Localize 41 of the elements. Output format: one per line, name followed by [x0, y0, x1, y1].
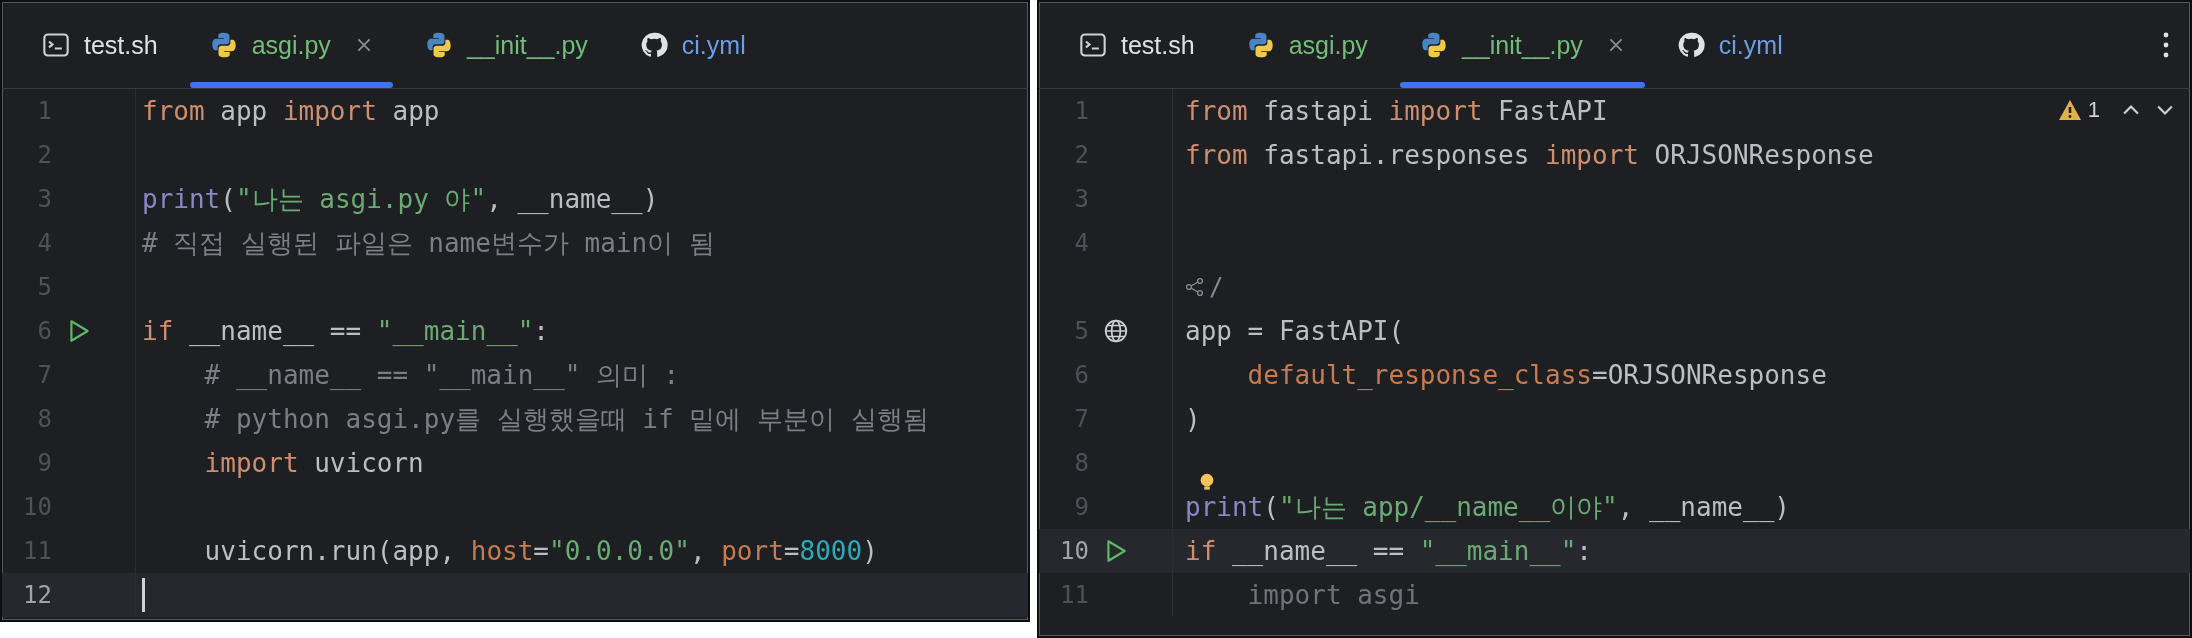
- lightbulb-icon[interactable]: [1199, 473, 1215, 492]
- line-number: 10: [1059, 537, 1089, 565]
- line-number: 12: [22, 581, 52, 609]
- editor-tab[interactable]: __init__.py: [1393, 2, 1651, 88]
- code-line: print("나는 app/__name__이야", __name__): [1185, 492, 1790, 522]
- editor-tab[interactable]: ci.yml: [1650, 2, 1809, 88]
- globe-icon[interactable]: [1103, 318, 1129, 344]
- share-icon[interactable]: [1185, 277, 1205, 297]
- code-line: if __name__ == "__main__":: [142, 316, 549, 346]
- code-line: # python asgi.py를 실행했을때 if 밑에 부분이 실행됨: [203, 404, 929, 434]
- python-icon: [424, 31, 453, 59]
- inlay-hint[interactable]: /: [1209, 273, 1224, 301]
- code-line: import uvicorn: [203, 448, 424, 478]
- warning-count: 1: [2087, 97, 2100, 123]
- code-line: default_response_class=ORJSONResponse: [1246, 360, 1827, 390]
- code-line: ): [1185, 404, 1201, 434]
- editor-tab[interactable]: asgi.py: [183, 2, 399, 88]
- warning-icon[interactable]: [2057, 99, 2082, 121]
- more-menu-icon[interactable]: [2162, 30, 2170, 60]
- editor-tab[interactable]: asgi.py: [1220, 2, 1394, 88]
- code-line: import asgi: [1246, 580, 1420, 610]
- github-icon: [1676, 31, 1705, 59]
- terminal-icon: [42, 31, 70, 59]
- editor-tab[interactable]: test.sh: [16, 2, 184, 88]
- code-line: print("나는 asgi.py 야", __name__): [142, 184, 659, 214]
- github-icon: [639, 31, 668, 59]
- python-icon: [209, 31, 238, 59]
- editor-tab[interactable]: test.sh: [1053, 2, 1221, 88]
- editor-tab[interactable]: ci.yml: [613, 2, 772, 88]
- code-line: from fastapi.responses import ORJSONResponse: [1185, 140, 1874, 170]
- code-line: # 직접 실행된 파일은 name변수가 main이 됨: [142, 228, 715, 258]
- code-line: app = FastAPI(: [1185, 316, 1405, 346]
- python-icon: [1419, 31, 1448, 59]
- code-line: if __name__ == "__main__":: [1185, 536, 1592, 566]
- python-icon: [1246, 31, 1275, 59]
- code-line: # __name__ == "__main__" 의미 :: [203, 360, 680, 390]
- terminal-icon: [1079, 31, 1107, 59]
- code-line: from fastapi import FastAPI: [1185, 96, 1608, 126]
- code-line: from app import app: [142, 96, 440, 126]
- code-line: uvicorn.run(app, host="0.0.0.0", port=8000): [203, 536, 878, 566]
- editor-tab[interactable]: __init__.py: [398, 2, 614, 88]
